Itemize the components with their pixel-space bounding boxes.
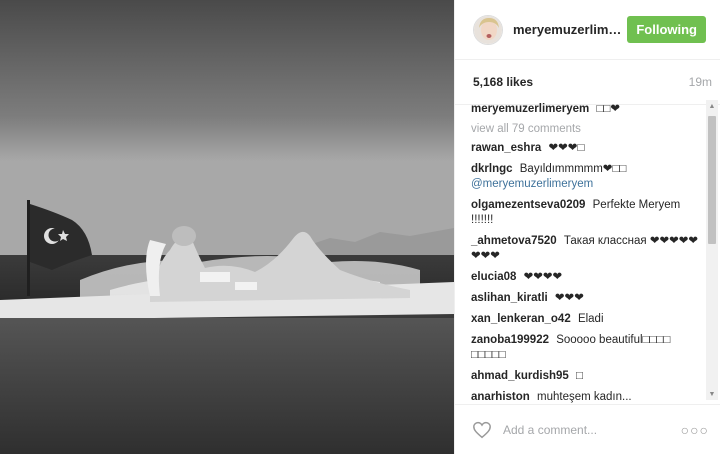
comments-scrollbar[interactable]: ▲ ▼ [706, 100, 718, 400]
avatar-image [474, 15, 502, 44]
comment-author[interactable]: dkrlngc [471, 163, 513, 175]
comment-item: dkrlngc Bayıldımmmmm❤□□ @meryemuzerlimer… [471, 162, 704, 192]
username-link[interactable]: meryemuzerlimeryem [513, 22, 623, 37]
ellipsis-icon[interactable]: ○○○ [681, 422, 709, 438]
comment-text: ❤❤❤❤ [523, 271, 563, 283]
comments-list: meryemuzerlimeryem □□❤ view all 79 comme… [455, 98, 720, 404]
comment-author[interactable]: olgamezentseva0209 [471, 199, 585, 211]
comment-item: _ahmetova7520 Такая классная ❤❤❤❤❤❤❤❤ [471, 234, 704, 264]
likes-count[interactable]: 5,168 likes [473, 75, 533, 89]
comment-author[interactable]: aslihan_kiratli [471, 292, 548, 304]
comment-item: zanoba199922 Sooooo beautiful□□□□ □□□□□ [471, 333, 704, 363]
photo-illustration [0, 0, 454, 454]
post-photo[interactable] [0, 0, 454, 454]
comment-item: xan_lenkeran_o42 Eladi [471, 312, 704, 327]
comment-author[interactable]: xan_lenkeran_o42 [471, 313, 571, 325]
view-all-comments-link[interactable]: view all 79 comments [471, 123, 704, 135]
comment-item: rawan_eshra ❤❤❤□ [471, 141, 704, 156]
comment-author[interactable]: anarhiston [471, 391, 530, 403]
comment-item: anarhiston muhteşem kadın... [471, 390, 704, 404]
comment-author[interactable]: rawan_eshra [471, 142, 541, 154]
scroll-up-arrow-icon[interactable]: ▲ [706, 100, 718, 112]
comments-section[interactable]: meryemuzerlimeryem □□❤ view all 79 comme… [455, 98, 720, 404]
comment-item: elucia08 ❤❤❤❤ [471, 270, 704, 285]
instagram-post: meryemuzerlimeryem Following 5,168 likes… [0, 0, 720, 454]
comment-item: olgamezentseva0209 Perfekte Meryem !!!!!… [471, 198, 704, 228]
comment-text: ❤❤❤□ [548, 142, 585, 154]
post-side-panel: meryemuzerlimeryem Following 5,168 likes… [454, 0, 720, 454]
like-button[interactable] [471, 419, 493, 441]
comment-text: ❤❤❤ [554, 292, 584, 304]
comment-item: aslihan_kiratli ❤❤❤ [471, 291, 704, 306]
comment-author[interactable]: zanoba199922 [471, 334, 549, 346]
add-comment-input[interactable] [503, 422, 673, 437]
comment-text: Bayıldımmmmm❤□□ [519, 163, 627, 175]
post-header: meryemuzerlimeryem Following [455, 0, 720, 60]
comment-text: muhteşem kadın... [537, 391, 632, 403]
comment-mention[interactable]: @meryemuzerlimeryem [471, 178, 593, 190]
caption-text: □□❤ [596, 103, 620, 115]
avatar[interactable] [473, 14, 503, 45]
comment-author[interactable]: ahmad_kurdish95 [471, 370, 569, 382]
heart-outline-icon [473, 421, 491, 438]
scroll-thumb[interactable] [708, 116, 716, 244]
comment-text: □ [576, 370, 583, 382]
scroll-down-arrow-icon[interactable]: ▼ [706, 388, 718, 400]
post-footer: ○○○ [455, 404, 720, 454]
post-time[interactable]: 19m [689, 75, 712, 89]
caption: meryemuzerlimeryem □□❤ [471, 102, 704, 117]
caption-author[interactable]: meryemuzerlimeryem [471, 103, 589, 115]
comment-author[interactable]: elucia08 [471, 271, 516, 283]
following-button[interactable]: Following [627, 16, 706, 43]
comment-author[interactable]: _ahmetova7520 [471, 235, 557, 247]
comment-item: ahmad_kurdish95 □ [471, 369, 704, 384]
comment-text: Eladi [577, 313, 604, 325]
